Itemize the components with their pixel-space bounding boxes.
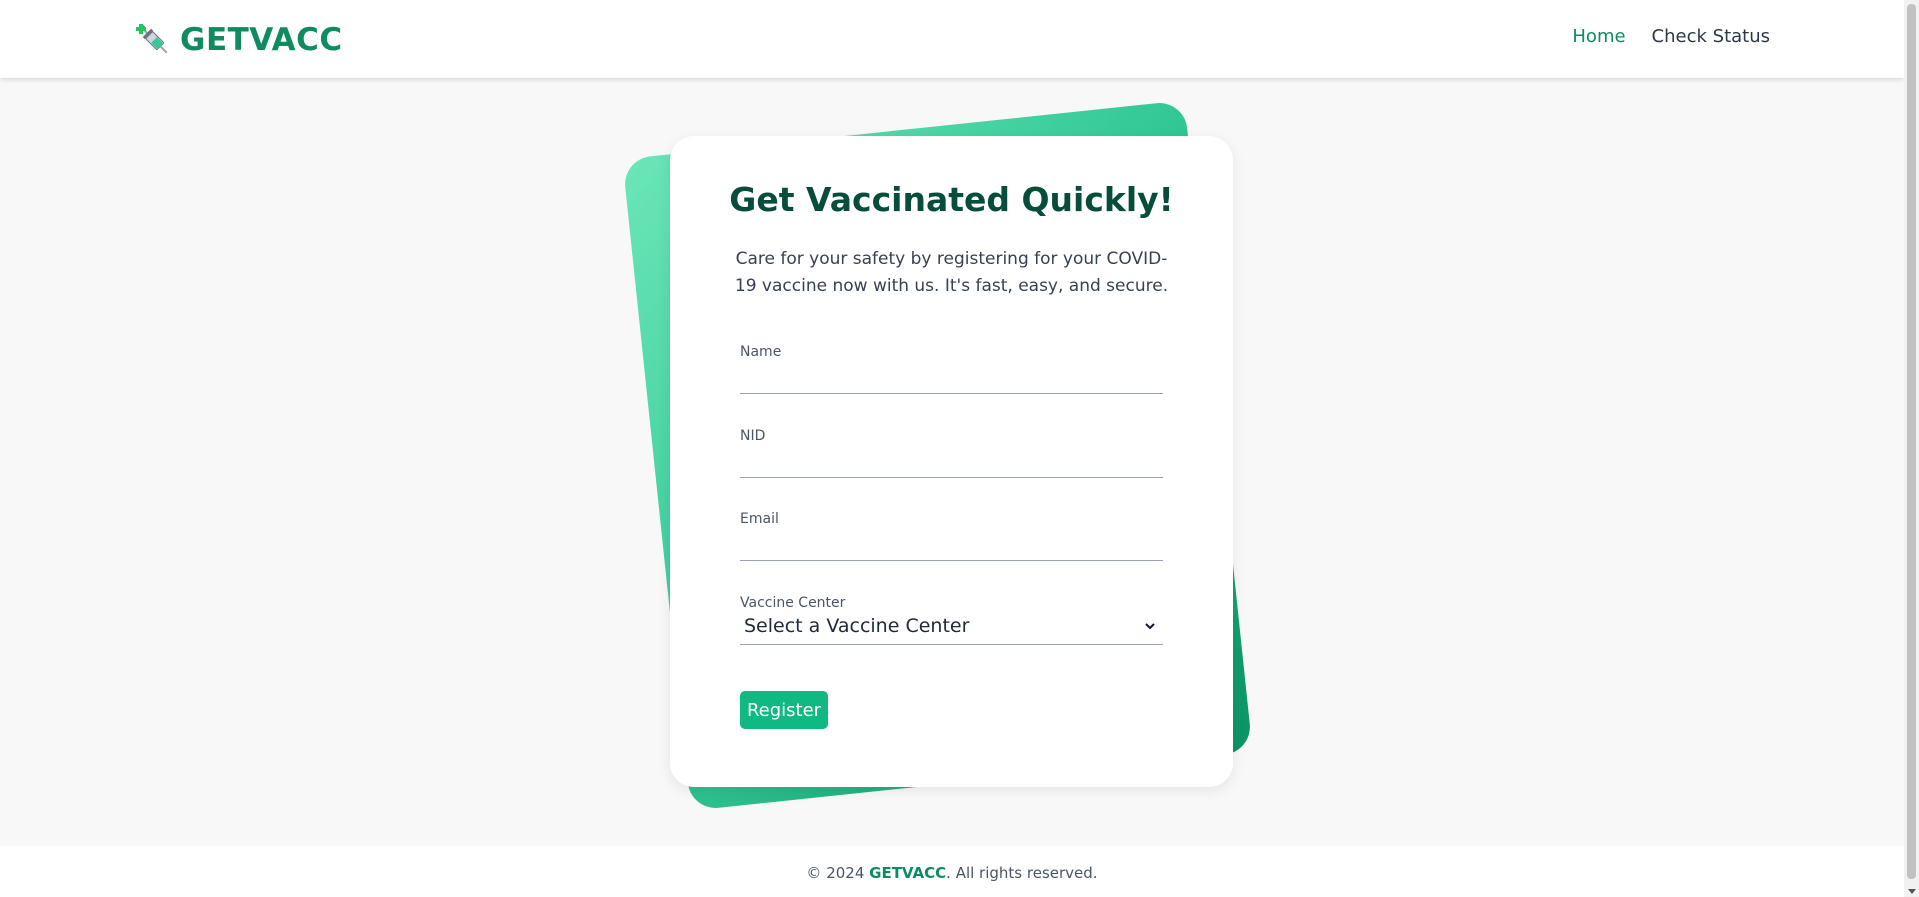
copyright-text: © 2024 GETVACC. All rights reserved. [0, 864, 1904, 882]
footer: © 2024 GETVACC. All rights reserved. [0, 846, 1904, 897]
copyright-prefix: © 2024 [806, 864, 870, 882]
email-input[interactable] [740, 527, 1163, 561]
vaccine-center-field-group: Vaccine Center Select a Vaccine Center [740, 595, 1163, 645]
nav-check-status[interactable]: Check Status [1652, 26, 1770, 47]
email-label: Email [740, 511, 779, 527]
footer-brand: GETVACC [869, 864, 947, 882]
name-field-group: Name [740, 344, 1163, 394]
name-input[interactable] [740, 360, 1163, 394]
scroll-down-icon[interactable] [1908, 889, 1916, 894]
brand-logo[interactable]: GETVACC [132, 18, 343, 62]
page-title: Get Vaccinated Quickly! [729, 180, 1174, 219]
vaccine-center-selected-value: Select a Vaccine Center [744, 615, 970, 637]
scrollbar-thumb[interactable] [1907, 4, 1916, 879]
vaccine-center-select[interactable]: Select a Vaccine Center [740, 611, 1163, 645]
page-description: Care for your safety by registering for … [734, 249, 1169, 296]
main-nav: Home Check Status [1572, 26, 1770, 47]
vaccine-center-label: Vaccine Center [740, 595, 846, 611]
email-field-group: Email [740, 511, 1163, 561]
nid-field-group: NID [740, 428, 1163, 478]
syringe-icon [136, 24, 168, 54]
brand-name: GETVACC [180, 22, 343, 58]
nid-input[interactable] [740, 444, 1163, 478]
registration-card: Get Vaccinated Quickly! Care for your sa… [670, 136, 1233, 787]
nid-label: NID [740, 428, 766, 444]
copyright-suffix: . All rights reserved. [946, 864, 1098, 882]
name-label: Name [740, 344, 782, 360]
top-navbar: GETVACC Home Check Status [0, 0, 1904, 78]
register-button[interactable]: Register [740, 691, 828, 729]
chevron-down-icon [1145, 623, 1155, 630]
nav-home[interactable]: Home [1572, 26, 1625, 47]
page-scrollbar[interactable] [1904, 0, 1919, 897]
